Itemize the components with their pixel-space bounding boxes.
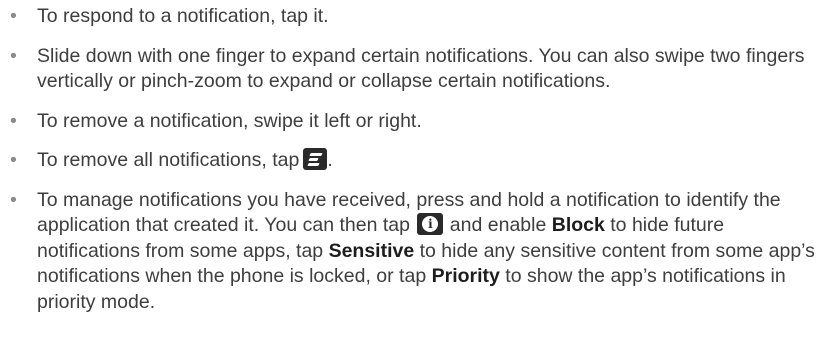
bullet-marker: • <box>10 188 17 211</box>
list-item: • To remove all notifications, tap. <box>0 148 818 174</box>
item-text-before: To remove all notifications, tap <box>37 149 300 171</box>
instruction-list-section: • To respond to a notification, tap it. … <box>0 0 818 351</box>
keyword-block: Block <box>551 214 605 236</box>
bullet-marker: • <box>10 44 17 67</box>
item-text: To remove a notification, swipe it left … <box>37 109 422 132</box>
bullet-marker: • <box>10 5 17 27</box>
list-item: • Slide down with one finger to expand c… <box>0 44 818 95</box>
item-text: To manage notifications you have receive… <box>37 188 817 316</box>
clear-all-icon <box>303 148 328 170</box>
keyword-sensitive: Sensitive <box>328 239 415 262</box>
item-text-part2: and enable <box>449 214 547 236</box>
bullet-marker: • <box>10 149 17 171</box>
item-text: To respond to a notification, tap it. <box>37 5 329 27</box>
bullet-list: • To respond to a notification, tap it. … <box>0 4 818 329</box>
item-text-after: . <box>327 149 333 171</box>
item-text: To remove all notifications, tap. <box>37 148 817 174</box>
info-icon-glyph: i <box>422 216 439 232</box>
item-text: Slide down with one finger to expand cer… <box>37 44 805 93</box>
list-item: • To remove a notification, swipe it lef… <box>0 109 818 135</box>
info-icon: i <box>417 213 444 235</box>
bullet-marker: • <box>10 109 17 132</box>
list-item: • To respond to a notification, tap it. <box>0 4 818 30</box>
keyword-priority: Priority <box>431 265 500 287</box>
list-item: • To manage notifications you have recei… <box>0 188 818 316</box>
